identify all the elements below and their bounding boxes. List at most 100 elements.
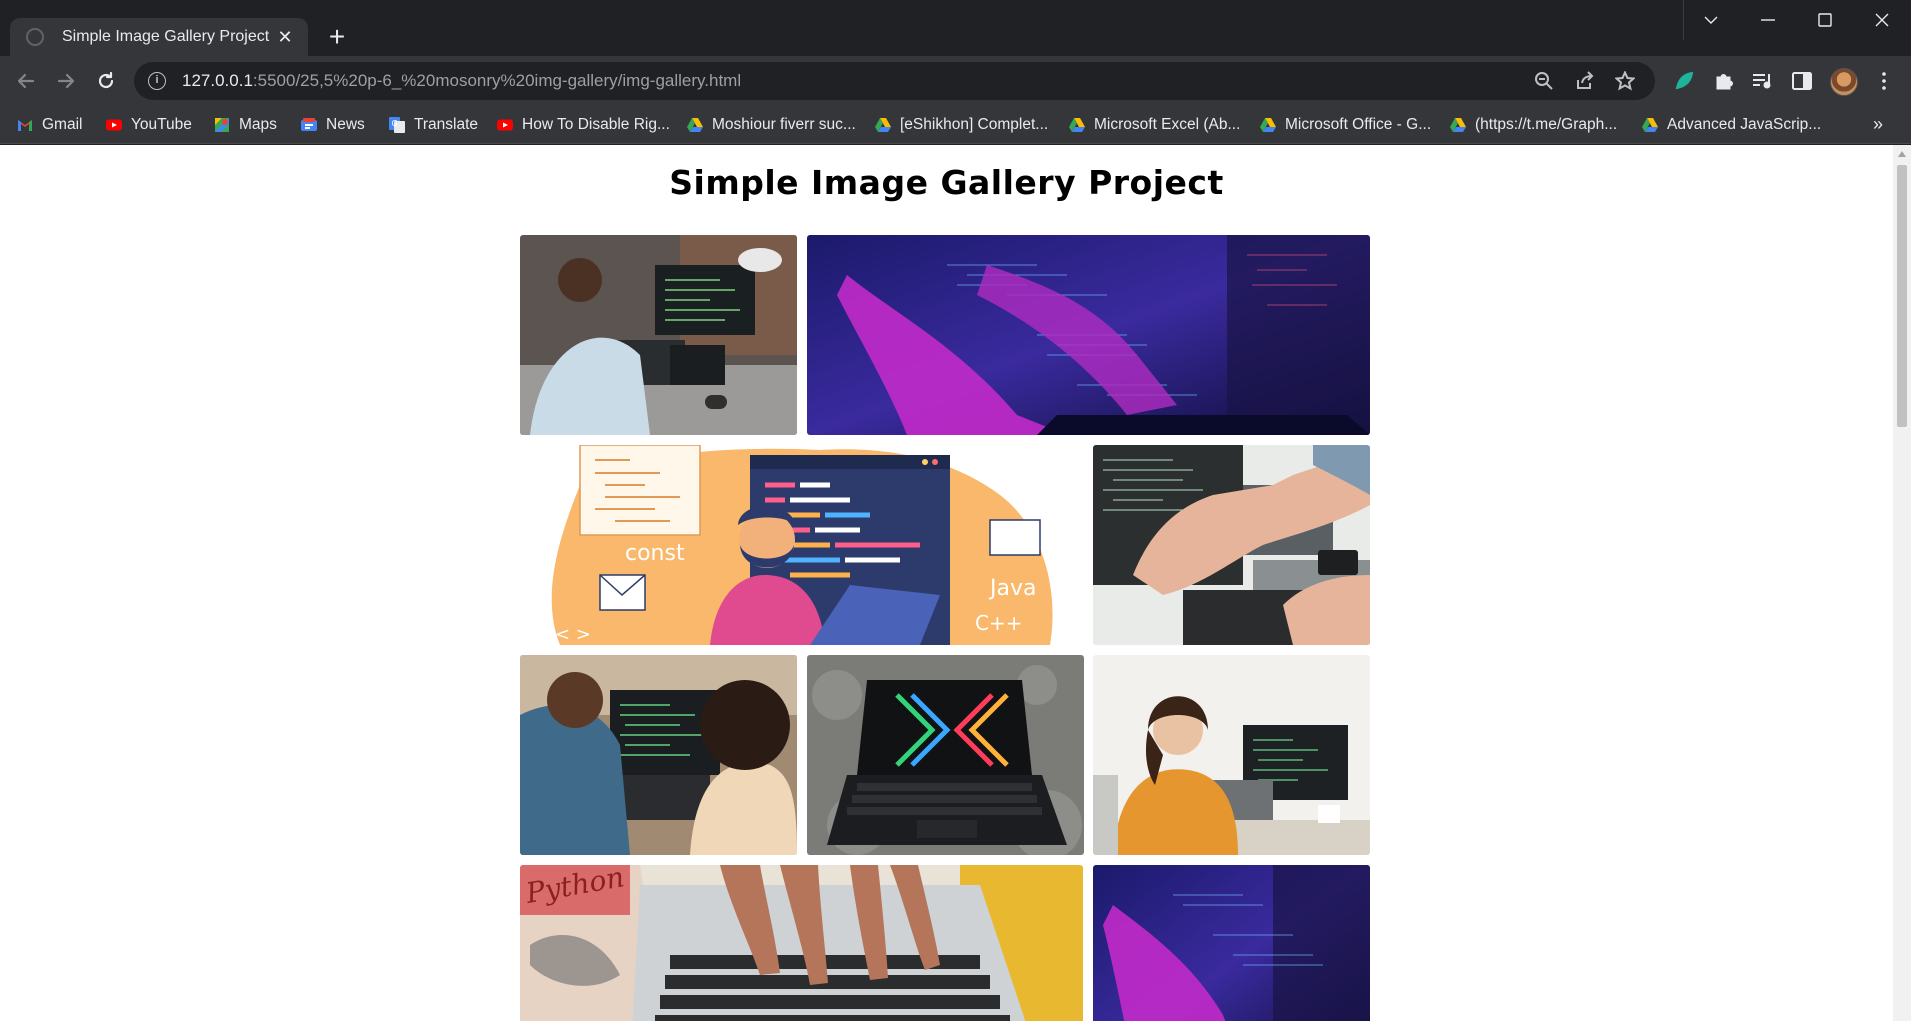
- zoom-out-icon: [1535, 72, 1553, 90]
- address-bar[interactable]: i 127.0.0.1:5500/25,5%20p-6_%20mosonry%2…: [134, 62, 1655, 100]
- star-icon: [1615, 71, 1635, 91]
- extension-button[interactable]: [1672, 69, 1696, 93]
- zoom-button[interactable]: [1533, 70, 1555, 92]
- bookmark-label: Translate: [414, 116, 479, 133]
- extension-leaf-icon: [1675, 71, 1694, 90]
- more-vertical-icon: [1882, 72, 1886, 90]
- page-scrollbar[interactable]: [1893, 145, 1911, 1021]
- maximize-button[interactable]: [1797, 0, 1853, 40]
- gallery-image-hands-typing-neon-2[interactable]: [1093, 865, 1370, 1021]
- back-button[interactable]: [10, 65, 42, 97]
- youtube-icon: [106, 119, 122, 131]
- illustration-const-text: const: [625, 541, 685, 566]
- side-panel-icon: [1792, 72, 1812, 90]
- media-control-button[interactable]: [1750, 69, 1774, 93]
- site-info-icon[interactable]: i: [148, 72, 166, 90]
- bookmark-moshiour[interactable]: Moshiour fiverr suc...: [686, 112, 856, 138]
- maps-icon: [215, 118, 229, 132]
- bookmark-telegram[interactable]: (https://t.me/Graph...: [1449, 112, 1617, 138]
- tab-search-button[interactable]: [1683, 0, 1739, 40]
- bookmark-excel[interactable]: Microsoft Excel (Ab...: [1068, 112, 1240, 138]
- reload-button[interactable]: [90, 65, 122, 97]
- bookmark-label: Advanced JavaScrip...: [1667, 116, 1822, 133]
- drive-icon: [875, 118, 891, 132]
- gallery-image-rgb-laptop[interactable]: [807, 655, 1084, 855]
- youtube-icon: [497, 119, 513, 131]
- page-viewport: Simple Image Gallery Project const Java …: [0, 145, 1893, 1021]
- page-title: Simple Image Gallery Project: [669, 163, 1224, 202]
- arrow-right-icon: [57, 73, 75, 89]
- profile-avatar[interactable]: [1830, 68, 1858, 96]
- bookmark-label: Microsoft Excel (Ab...: [1094, 116, 1241, 133]
- translate-icon: G: [389, 117, 405, 133]
- illustration-java-text: Java: [988, 576, 1036, 601]
- bookmark-label: Maps: [239, 116, 277, 133]
- reload-icon: [98, 71, 114, 89]
- gallery-image-hands-typing-neon[interactable]: [807, 235, 1370, 435]
- drive-icon: [1260, 118, 1276, 132]
- bookmark-label: How To Disable Rig...: [522, 116, 670, 133]
- svg-text:G: G: [392, 119, 398, 128]
- gallery-image-programmer-illustration[interactable]: const Java C++ < >: [520, 445, 1083, 645]
- browser-titlebar: Simple Image Gallery Project ✕ +: [0, 0, 1911, 56]
- bookmark-translate[interactable]: G Translate: [388, 112, 478, 138]
- illustration-brackets-text: < >: [555, 624, 591, 645]
- bookmark-label: Microsoft Office - G...: [1285, 116, 1432, 133]
- tab-close-icon[interactable]: ✕: [274, 27, 296, 48]
- extensions-menu-button[interactable]: [1712, 69, 1736, 93]
- chevron-down-icon: [1704, 16, 1718, 24]
- browser-tab[interactable]: Simple Image Gallery Project ✕: [10, 18, 308, 56]
- puzzle-icon: [1716, 74, 1733, 90]
- gallery-image-woman-at-desk[interactable]: [1093, 655, 1370, 855]
- bookmark-label: News: [326, 116, 365, 133]
- gallery-image-typing-laptop-python-book[interactable]: Python: [520, 865, 1083, 1021]
- scroll-up-arrow-icon[interactable]: [1898, 151, 1906, 157]
- gallery-image-pointing-at-screen[interactable]: [1093, 445, 1370, 645]
- side-panel-button[interactable]: [1790, 69, 1814, 93]
- bookmarks-bar: Gmail YouTube Maps News G Translate How …: [0, 106, 1911, 144]
- bookmark-advanced-js[interactable]: Advanced JavaScrip...: [1641, 112, 1821, 138]
- bookmarks-overflow-button[interactable]: »: [1873, 114, 1883, 135]
- bookmark-label: Moshiour fiverr suc...: [712, 116, 856, 133]
- bookmark-gmail[interactable]: Gmail: [16, 112, 82, 138]
- minimize-button[interactable]: [1740, 0, 1796, 40]
- drive-icon: [1069, 118, 1085, 132]
- scrollbar-thumb[interactable]: [1897, 165, 1907, 427]
- browser-menu-button[interactable]: [1872, 69, 1896, 93]
- drive-icon: [1450, 118, 1466, 132]
- tab-title: Simple Image Gallery Project: [62, 28, 270, 45]
- bookmark-eshikhon[interactable]: [eShikhon] Complet...: [874, 112, 1048, 138]
- bookmark-label: YouTube: [131, 116, 192, 133]
- bookmark-star-button[interactable]: [1614, 70, 1636, 92]
- illustration-cpp-text: C++: [975, 611, 1022, 635]
- gallery-image-developer-laptops[interactable]: [520, 235, 797, 435]
- news-icon: [301, 118, 317, 131]
- url-host: 127.0.0.1: [182, 71, 253, 90]
- browser-toolbar: i 127.0.0.1:5500/25,5%20p-6_%20mosonry%2…: [0, 56, 1911, 106]
- drive-icon: [687, 118, 703, 132]
- tab-loading-icon: [26, 28, 44, 46]
- url-text[interactable]: 127.0.0.1:5500/25,5%20p-6_%20mosonry%20i…: [182, 71, 741, 91]
- url-path: :5500/25,5%20p-6_%20mosonry%20img-galler…: [252, 71, 742, 90]
- bookmark-label: (https://t.me/Graph...: [1475, 116, 1618, 133]
- close-window-button[interactable]: [1854, 0, 1910, 40]
- share-icon: [1577, 71, 1594, 89]
- bookmark-maps[interactable]: Maps: [213, 112, 277, 138]
- bookmark-label: [eShikhon] Complet...: [900, 116, 1049, 133]
- playlist-icon: [1753, 74, 1771, 89]
- bookmark-news[interactable]: News: [300, 112, 365, 138]
- bookmark-office[interactable]: Microsoft Office - G...: [1259, 112, 1431, 138]
- arrow-left-icon: [17, 73, 35, 89]
- gallery-image-pair-programming[interactable]: [520, 655, 797, 855]
- new-tab-button[interactable]: +: [322, 22, 352, 52]
- close-icon: [1875, 13, 1889, 27]
- drive-icon: [1642, 118, 1658, 132]
- forward-button[interactable]: [50, 65, 82, 97]
- gmail-icon: [18, 120, 32, 131]
- bookmark-label: Gmail: [42, 116, 83, 133]
- window-divider: [1683, 0, 1684, 40]
- maximize-icon: [1818, 13, 1832, 27]
- share-button[interactable]: [1574, 70, 1596, 92]
- bookmark-how-to-disable[interactable]: How To Disable Rig...: [496, 112, 670, 138]
- bookmark-youtube[interactable]: YouTube: [105, 112, 192, 138]
